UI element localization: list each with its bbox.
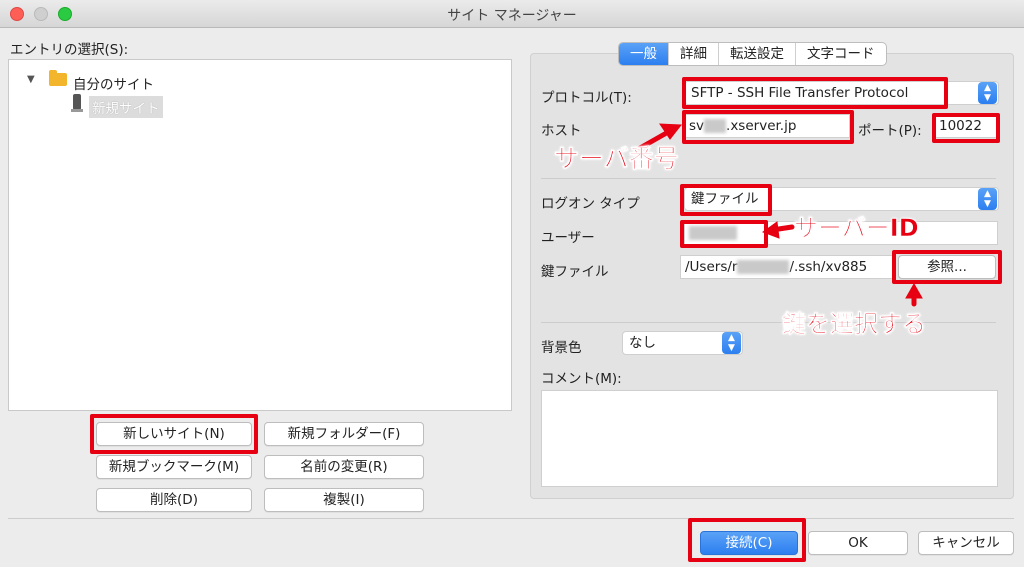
- annotation-select-key: 鍵を選択する: [782, 310, 927, 339]
- annotation-arrows: [637, 123, 923, 307]
- annotation-server-number: サーバ番号: [554, 144, 679, 174]
- annotation-server-id: サーバーID: [794, 214, 919, 243]
